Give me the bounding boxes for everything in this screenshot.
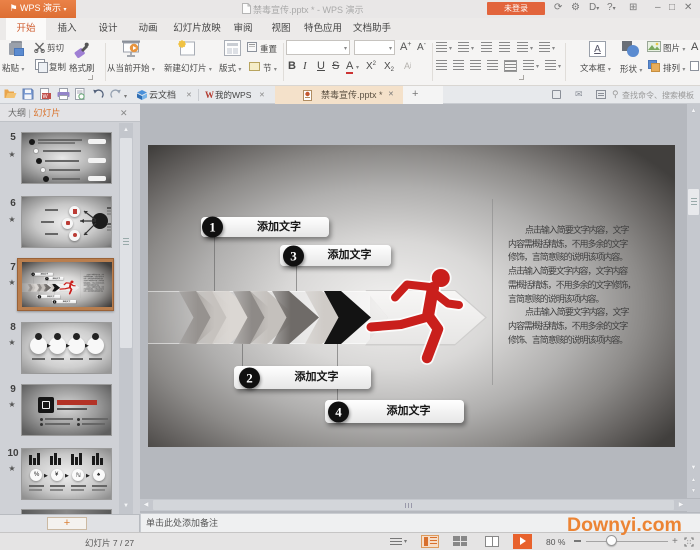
svg-text:W: W (43, 94, 49, 100)
